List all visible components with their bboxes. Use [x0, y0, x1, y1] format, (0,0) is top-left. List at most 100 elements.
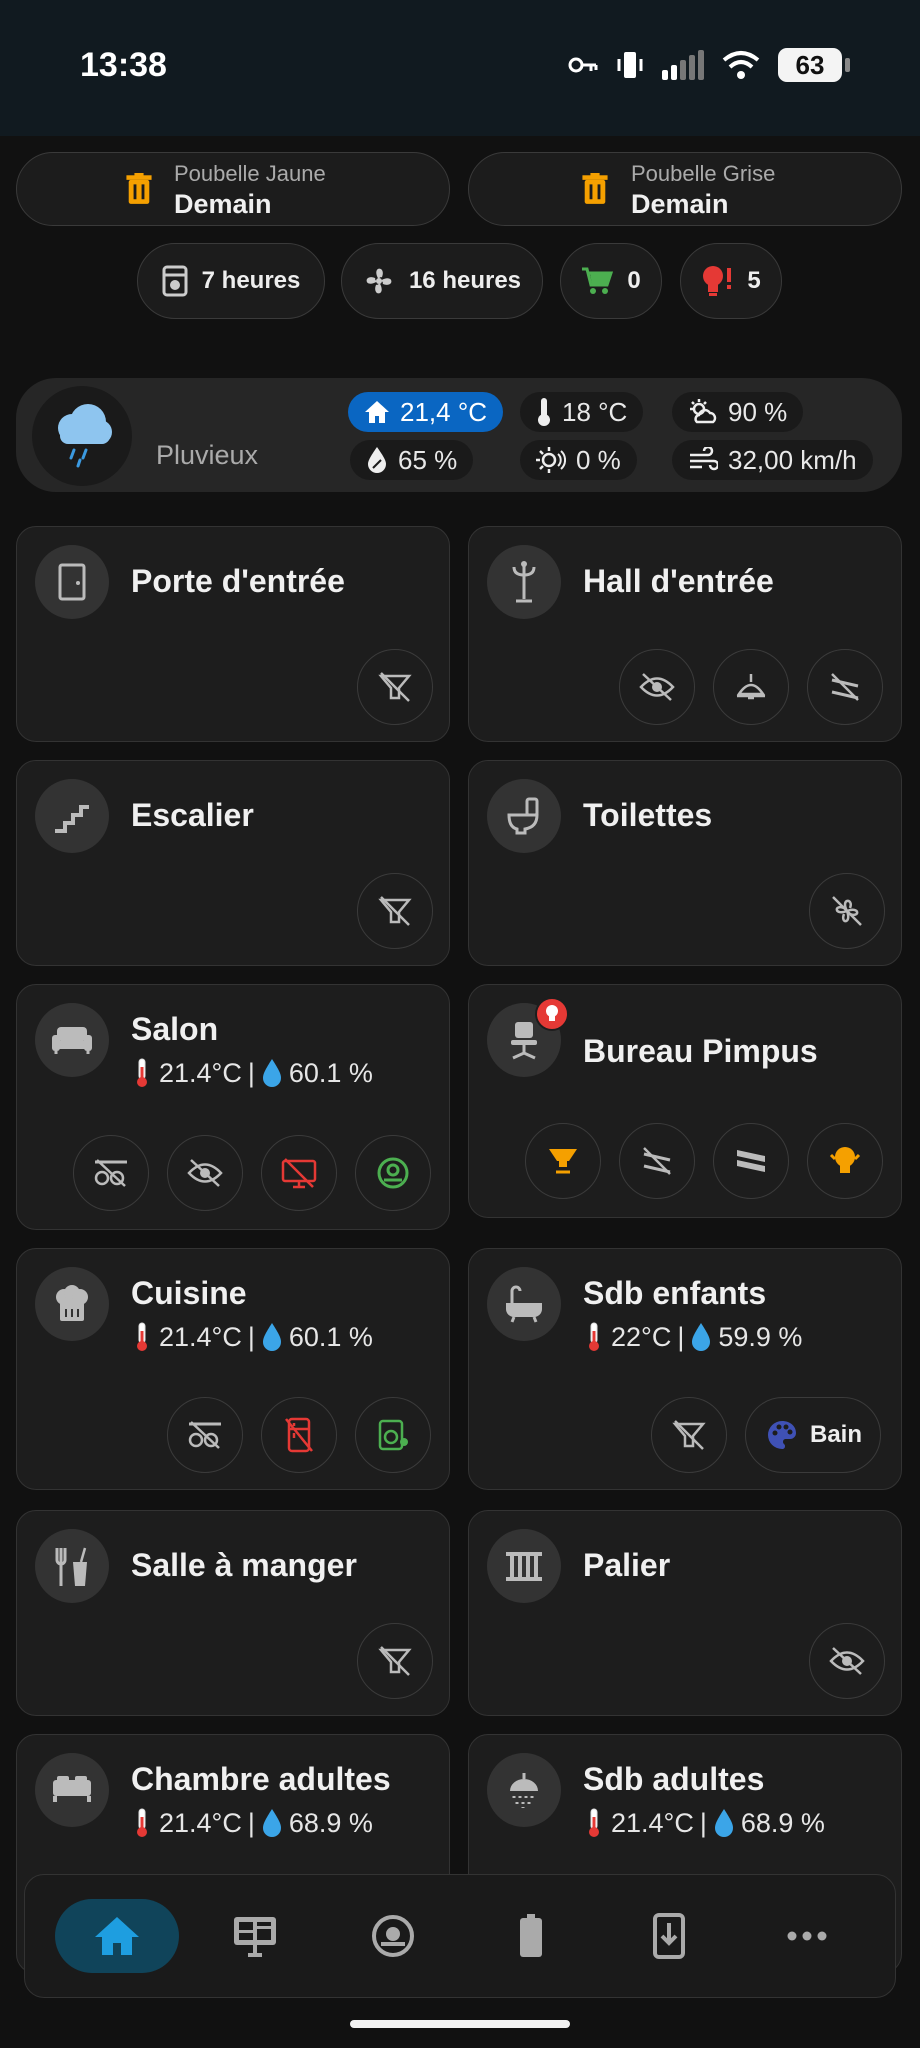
- bin-yellow-card[interactable]: Poubelle Jaune Demain: [16, 152, 450, 226]
- chip-dishwasher[interactable]: 7 heures: [137, 243, 325, 319]
- humidity-value: 68.9 %: [740, 1807, 825, 1838]
- led-strip-button[interactable]: [713, 1123, 789, 1199]
- chip-fan[interactable]: 16 heures: [341, 243, 543, 319]
- robot-vacuum-icon: [377, 1157, 409, 1189]
- room-stats: 21.4°C | 68.9 %: [131, 1807, 373, 1839]
- sun-wireless-icon: [536, 447, 566, 473]
- room-icon: [35, 1267, 109, 1341]
- fan-icon: [366, 268, 392, 294]
- nav-devices[interactable]: [607, 1899, 731, 1973]
- room-title: Sdb enfants: [583, 1275, 767, 1311]
- room-card-bureau-pimpus[interactable]: Bureau Pimpus: [468, 984, 902, 1218]
- rainy-cloud-icon: [58, 404, 112, 468]
- motion-off-button[interactable]: [357, 1623, 433, 1699]
- cloud-cover-tag: 90 %: [672, 392, 804, 432]
- humidity-value: 59.9 %: [718, 1321, 803, 1352]
- home-indicator[interactable]: [350, 2020, 570, 2028]
- room-card-cuisine[interactable]: Cuisine 21.4°C | 60.1 %: [16, 1248, 450, 1490]
- room-card-hall-entree[interactable]: Hall d'entrée: [468, 526, 902, 742]
- bain-scene-button[interactable]: Bain: [745, 1397, 882, 1473]
- cellphone-download-icon: [653, 1913, 685, 1959]
- chef-hat-icon: [56, 1285, 88, 1321]
- humidity-value: 60.1 %: [288, 1321, 373, 1352]
- door-icon: [58, 563, 86, 601]
- chip-cart[interactable]: 0: [560, 243, 662, 319]
- ceiling-light-off-icon: [378, 1646, 412, 1676]
- dishwasher-button[interactable]: [355, 1397, 431, 1473]
- thermometer-icon: [137, 1058, 147, 1087]
- led-strip-off-button[interactable]: [619, 1123, 695, 1199]
- spots-off-button[interactable]: [73, 1135, 149, 1211]
- outdoor-temp-value: 18 °C: [562, 396, 628, 427]
- led-strip-off-button[interactable]: [807, 649, 883, 725]
- status-icons: 63: [568, 48, 850, 82]
- room-title: Hall d'entrée: [583, 563, 774, 599]
- vibrate-icon: [617, 52, 643, 78]
- spotlight-icon: [549, 1149, 577, 1174]
- eye-off-icon: [187, 1159, 223, 1187]
- room-title: Bureau Pimpus: [583, 1033, 818, 1069]
- room-card-salle-a-manger[interactable]: Salle à manger: [16, 1510, 450, 1716]
- wind-value: 32,00 km/h: [728, 444, 857, 475]
- motion-sensor-off-button[interactable]: [619, 649, 695, 725]
- tv-off-button[interactable]: [261, 1135, 337, 1211]
- bain-scene-label: Bain: [810, 1421, 863, 1448]
- bin-grey-card[interactable]: Poubelle Grise Demain: [468, 152, 902, 226]
- chip-text: 0: [627, 267, 641, 294]
- uv-value: 0 %: [576, 444, 621, 475]
- temperature-value: 21.4°C: [611, 1807, 694, 1838]
- bathtub-icon: [506, 1285, 542, 1323]
- trash-icon: [126, 173, 152, 204]
- room-card-escalier[interactable]: Escalier: [16, 760, 450, 966]
- room-card-toilettes[interactable]: Toilettes: [468, 760, 902, 966]
- water-percent-icon: [368, 447, 386, 473]
- washing-machine-icon: [378, 1419, 408, 1451]
- motion-sensor-off-button[interactable]: [167, 1135, 243, 1211]
- motion-off-button[interactable]: [651, 1397, 727, 1473]
- dishwasher-icon: [162, 265, 188, 297]
- thermometer-icon: [137, 1322, 147, 1351]
- television-off-icon: [281, 1158, 317, 1189]
- motion-sensor-off-button[interactable]: [809, 1623, 885, 1699]
- spots-off-button[interactable]: [167, 1397, 243, 1473]
- outdoor-temp-tag: 18 °C: [520, 392, 644, 432]
- motion-off-button[interactable]: [357, 649, 433, 725]
- room-title: Chambre adultes: [131, 1761, 391, 1797]
- nav-energy[interactable]: [469, 1899, 593, 1973]
- led-strip-off-icon: [831, 673, 859, 701]
- room-stats: 21.4°C | 60.1 %: [131, 1057, 373, 1089]
- partly-cloudy-icon: [690, 399, 717, 424]
- weather-card[interactable]: Pluvieux 21,4 °C 18 °C 90 % 65 % 0 % 32,…: [16, 378, 902, 492]
- spot-on-button[interactable]: [525, 1123, 601, 1199]
- room-icon: [35, 779, 109, 853]
- light-button[interactable]: [713, 649, 789, 725]
- chip-text: 7 heures: [201, 267, 301, 294]
- status-time: 13:38: [80, 46, 167, 84]
- lamp-on-button[interactable]: [807, 1123, 883, 1199]
- nav-dashboard[interactable]: [193, 1899, 317, 1973]
- ceiling-light-off-icon: [378, 896, 412, 926]
- home-icon: [365, 401, 389, 423]
- robot-vacuum-button[interactable]: [355, 1135, 431, 1211]
- nav-vacuum[interactable]: [331, 1899, 455, 1973]
- room-card-porte-entree[interactable]: Porte d'entrée: [16, 526, 450, 742]
- room-icon: [35, 1753, 109, 1827]
- chip-lights[interactable]: 5: [680, 243, 782, 319]
- fan-off-button[interactable]: [809, 873, 885, 949]
- room-title: Salle à manger: [131, 1547, 357, 1583]
- chip-text: 5: [747, 267, 761, 294]
- eye-off-icon: [829, 1647, 865, 1675]
- room-card-palier[interactable]: Palier: [468, 1510, 902, 1716]
- room-card-sdb-enfants[interactable]: Sdb enfants 22°C | 59.9 % Bain: [468, 1248, 902, 1490]
- motion-off-button[interactable]: [357, 873, 433, 949]
- cart-icon: [582, 267, 614, 294]
- nav-more[interactable]: [745, 1899, 869, 1973]
- room-stats: 22°C | 59.9 %: [583, 1321, 802, 1353]
- lightbulb-icon: [546, 1005, 558, 1021]
- nav-home[interactable]: [55, 1899, 179, 1973]
- fridge-alert-button[interactable]: [261, 1397, 337, 1473]
- spotlights-off-icon: [188, 1421, 221, 1449]
- humidity-value: 68.9 %: [288, 1807, 373, 1838]
- status-bar: 13:38 63: [0, 0, 920, 136]
- room-card-salon[interactable]: Salon 21.4°C | 60.1 %: [16, 984, 450, 1230]
